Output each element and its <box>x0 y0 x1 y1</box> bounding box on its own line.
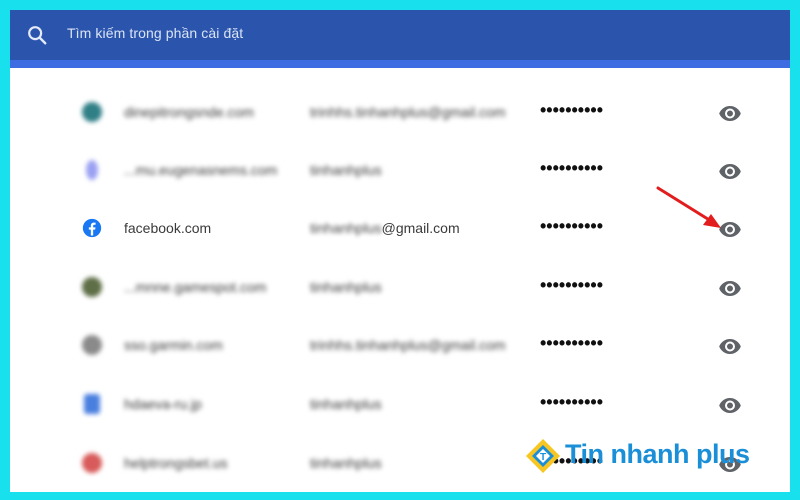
password-masked: •••••••••• <box>540 216 604 236</box>
username-visible-part: @gmail.com <box>381 220 460 236</box>
password-username: tinhanhplus <box>310 162 382 178</box>
password-masked: •••••••••• <box>540 100 604 120</box>
password-site[interactable]: helptrongsbet.us <box>124 455 228 471</box>
password-masked: •••••••••• <box>540 333 604 353</box>
password-masked: •••••••••• <box>540 392 604 412</box>
password-site[interactable]: facebook.com <box>124 220 211 236</box>
site-favicon-icon <box>86 160 98 180</box>
password-username: tinhanhplus <box>310 279 382 295</box>
site-favicon-icon <box>82 277 102 297</box>
password-site[interactable]: ...mu.eugenasnems.com <box>124 162 277 178</box>
password-username: trinhhs.tinhanhplus@gmail.com <box>310 104 506 120</box>
password-site[interactable]: sso.garmin.com <box>124 337 223 353</box>
brand-name: Tin nhanh plus <box>565 439 750 469</box>
password-site[interactable]: dinepitrongsnde.com <box>124 104 254 120</box>
password-username: tinhanhplus@gmail.com <box>310 220 460 236</box>
site-favicon-icon <box>82 453 102 473</box>
password-username: tinhanhplus <box>310 396 382 412</box>
brand-watermark: T Tin nhanh plus <box>525 434 750 478</box>
password-row: sso.garmin.com trinhhs.tinhanhplus@gmail… <box>10 316 790 374</box>
password-masked: •••••••••• <box>540 275 604 295</box>
password-masked: •••••••••• <box>540 158 604 178</box>
password-row: dinepitrongsnde.com trinhhs.tinhanhplus@… <box>10 83 790 141</box>
password-site[interactable]: ...mnne.gamespot.com <box>124 279 266 295</box>
site-favicon-icon <box>84 394 100 414</box>
search-input[interactable]: Tìm kiếm trong phần cài đặt <box>67 25 243 41</box>
site-favicon-icon <box>82 335 102 355</box>
site-favicon-icon <box>82 102 102 122</box>
password-site[interactable]: hdaeva-ru.jp <box>124 396 202 412</box>
show-password-eye-icon[interactable] <box>718 334 742 358</box>
facebook-icon <box>82 218 102 238</box>
settings-header: Tìm kiếm trong phần cài đặt <box>10 10 790 60</box>
svg-text:T: T <box>540 452 546 463</box>
username-blurred-part: tinhanhplus <box>310 220 382 236</box>
password-row: ...mnne.gamespot.com tinhanhplus •••••••… <box>10 258 790 316</box>
password-username: trinhhs.tinhanhplus@gmail.com <box>310 337 506 353</box>
search-icon[interactable] <box>26 24 48 46</box>
header-accent-strip <box>10 60 790 68</box>
show-password-eye-icon[interactable] <box>718 393 742 417</box>
annotation-arrow-icon <box>656 186 721 228</box>
settings-window: Tìm kiếm trong phần cài đặt dinepitrongs… <box>10 10 790 492</box>
show-password-eye-icon[interactable] <box>718 159 742 183</box>
password-row: hdaeva-ru.jp tinhanhplus •••••••••• <box>10 375 790 433</box>
show-password-eye-icon[interactable] <box>718 101 742 125</box>
show-password-eye-icon[interactable] <box>718 276 742 300</box>
brand-logo-icon: T <box>526 439 560 473</box>
password-username: tinhanhplus <box>310 455 382 471</box>
